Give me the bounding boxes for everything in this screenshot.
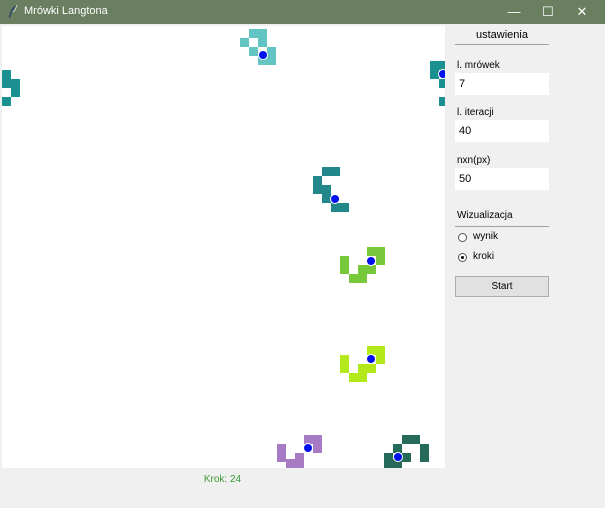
radio-wynik-label[interactable]: wynik [473,231,498,242]
trail-cell [2,79,11,88]
trail-cell [277,444,286,453]
trail-cell [402,435,411,444]
trail-cell [340,265,349,274]
ant-marker [258,50,268,60]
trail-cell [340,256,349,265]
radio-wynik[interactable] [458,233,467,242]
trail-cell [367,364,376,373]
trail-cell [258,29,267,38]
ant-marker [393,452,403,462]
trail-cell [240,38,249,47]
iterations-label: l. iteracji [457,107,494,118]
start-button[interactable]: Start [455,276,549,297]
trail-cell [267,47,276,56]
trail-cell [286,459,295,468]
trail-cell [439,79,445,88]
trail-cell [420,453,429,462]
trail-cell [267,56,276,65]
ant-marker [366,354,376,364]
trail-cell [258,38,267,47]
minimize-button[interactable]: — [497,0,531,24]
trail-cell [367,247,376,256]
trail-cell [313,176,322,185]
trail-cell [411,435,420,444]
trail-cell [11,79,20,88]
trail-cell [295,459,304,468]
radio-kroki-label[interactable]: kroki [473,251,494,262]
divider [455,44,549,45]
grid-size-label: nxn(px) [457,155,491,166]
trail-cell [358,364,367,373]
radio-kroki[interactable] [458,253,467,262]
trail-cell [249,47,258,56]
close-button[interactable]: ✕ [565,0,599,24]
trail-cell [331,167,340,176]
ant-count-input[interactable]: 7 [455,73,549,95]
trail-cell [331,203,340,212]
trail-cell [340,364,349,373]
trail-cell [376,346,385,355]
trail-cell [376,256,385,265]
ant-marker [366,256,376,266]
iterations-input[interactable]: 40 [455,120,549,142]
grid-size-input[interactable]: 50 [455,168,549,190]
trail-cell [322,167,331,176]
step-counter: Krok: 24 [203,474,242,485]
trail-cell [358,274,367,283]
trail-cell [313,444,322,453]
trail-cell [340,355,349,364]
trail-cell [313,435,322,444]
title-bar: Mrówki Langtona — ☐ ✕ [0,0,605,24]
trail-cell [2,97,11,106]
feather-icon [9,4,18,18]
window-title: Mrówki Langtona [24,5,108,17]
ant-count-label: l. mrówek [457,60,500,71]
trail-cell [11,88,20,97]
trail-cell [402,453,411,462]
ant-marker [303,443,313,453]
trail-cell [439,97,445,106]
trail-cell [376,247,385,256]
trail-cell [322,185,331,194]
trail-cell [376,355,385,364]
simulation-canvas[interactable] [2,26,445,468]
trail-cell [277,453,286,462]
trail-cell [384,459,393,468]
maximize-button[interactable]: ☐ [531,0,565,24]
trail-cell [349,373,358,382]
visualization-heading: Wizualizacja [457,210,513,221]
trail-cell [358,373,367,382]
trail-cell [340,203,349,212]
trail-cell [430,61,439,70]
ant-marker [330,194,340,204]
trail-cell [349,274,358,283]
divider [455,226,549,227]
trail-cell [420,444,429,453]
trail-cell [2,70,11,79]
trail-cell [367,265,376,274]
trail-cell [249,29,258,38]
trail-cell [358,265,367,274]
ant-marker [438,69,445,79]
trail-cell [313,185,322,194]
settings-heading: ustawienia [476,29,528,41]
